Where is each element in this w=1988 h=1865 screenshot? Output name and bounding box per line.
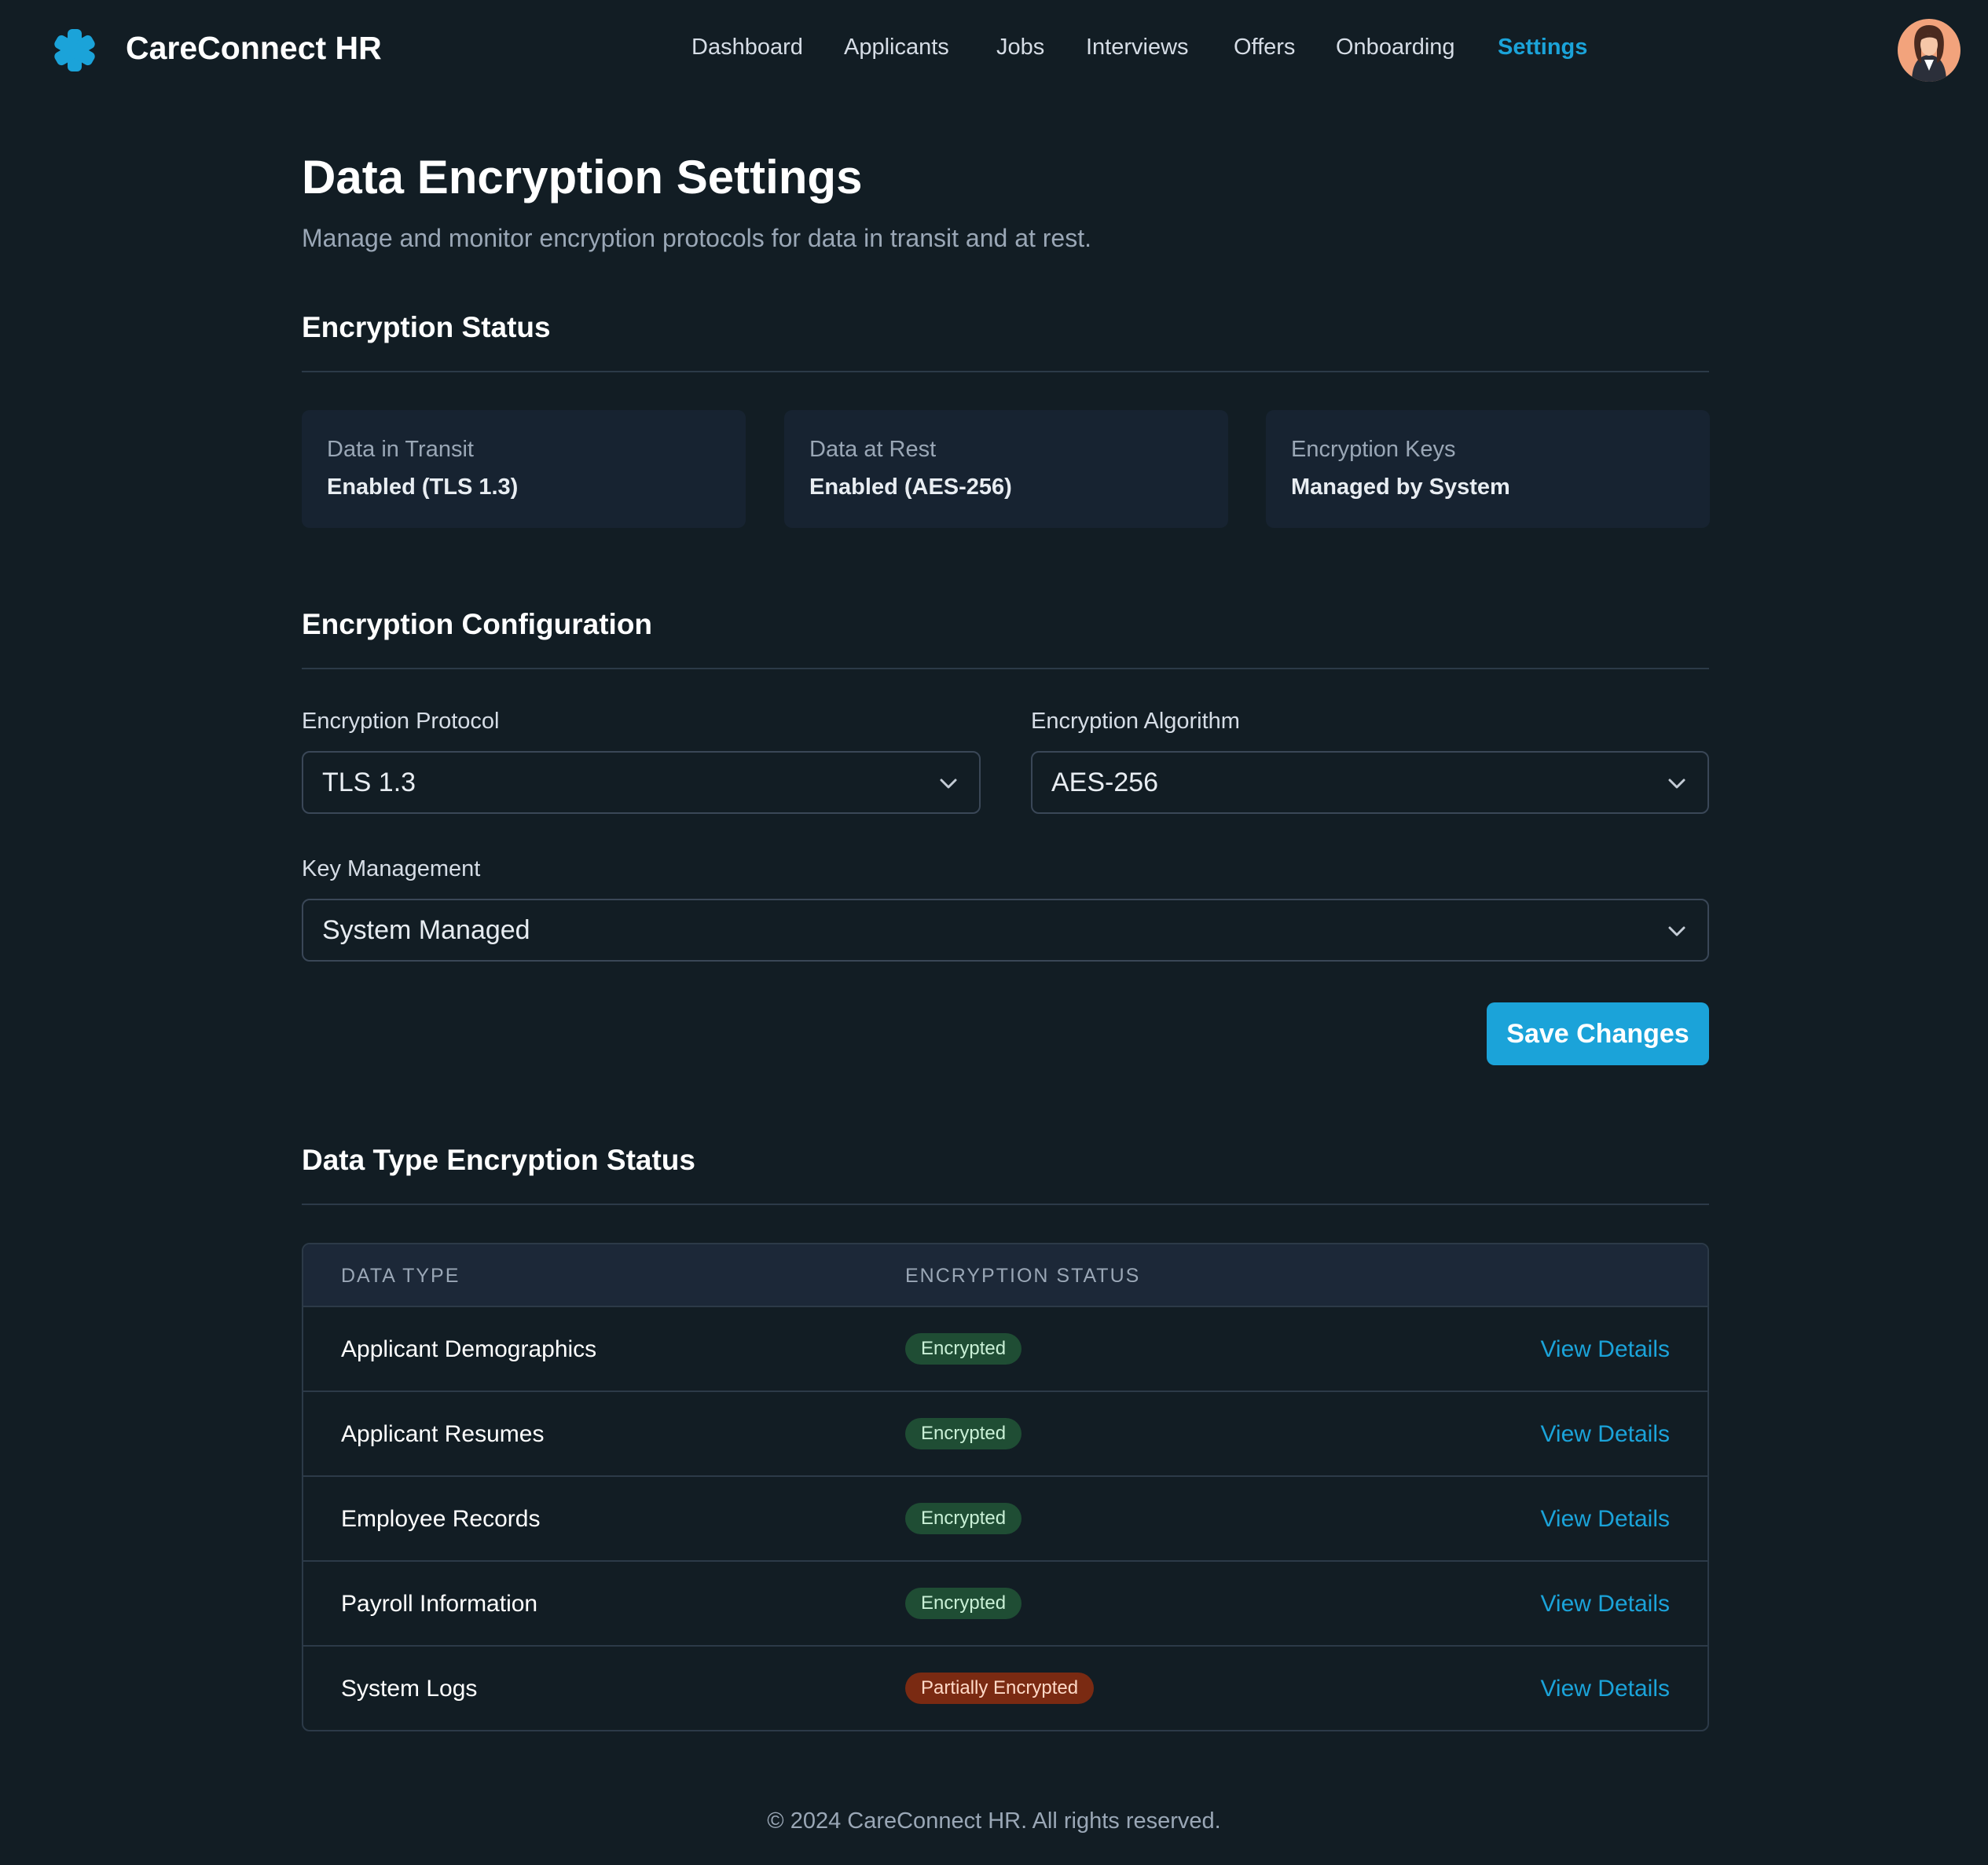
algorithm-label: Encryption Algorithm [1031, 709, 1240, 734]
key-management-value: System Managed [322, 915, 530, 945]
view-details-link[interactable]: View Details [1540, 1421, 1670, 1448]
status-card-label: Data in Transit [327, 437, 474, 462]
footer-copyright: © 2024 CareConnect HR. All rights reserv… [767, 1808, 1221, 1834]
table-row: Applicant Demographics Encrypted View De… [303, 1307, 1707, 1392]
view-details-link[interactable]: View Details [1540, 1676, 1670, 1702]
status-card-label: Data at Rest [809, 437, 937, 462]
data-type-cell: Employee Records [341, 1506, 541, 1532]
table-row: Payroll Information Encrypted View Detai… [303, 1562, 1707, 1647]
page-subtitle: Manage and monitor encryption protocols … [302, 224, 1091, 252]
section-divider [302, 668, 1709, 669]
column-header-data-type: DATA TYPE [341, 1265, 460, 1287]
data-type-status-heading: Data Type Encryption Status [302, 1144, 695, 1176]
nav-interviews[interactable]: Interviews [1086, 35, 1189, 60]
view-details-link[interactable]: View Details [1540, 1591, 1670, 1618]
data-type-cell: System Logs [341, 1676, 478, 1702]
status-badge: Partially Encrypted [905, 1673, 1095, 1704]
section-divider [302, 1204, 1709, 1205]
data-type-cell: Applicant Demographics [341, 1336, 597, 1362]
status-badge: Encrypted [905, 1418, 1022, 1449]
chevron-down-icon [1668, 926, 1685, 936]
status-card-keys: Encryption Keys Managed by System [1266, 410, 1710, 528]
key-management-select[interactable]: System Managed [302, 899, 1709, 962]
user-avatar[interactable] [1898, 19, 1960, 82]
protocol-select[interactable]: TLS 1.3 [302, 751, 981, 814]
nav-onboarding[interactable]: Onboarding [1336, 35, 1455, 60]
table-row: Applicant Resumes Encrypted View Details [303, 1392, 1707, 1477]
data-type-cell: Payroll Information [341, 1591, 538, 1617]
save-changes-button[interactable]: Save Changes [1487, 1002, 1709, 1065]
nav-dashboard[interactable]: Dashboard [691, 35, 803, 60]
status-badge: Encrypted [905, 1503, 1022, 1534]
status-card-value: Enabled (TLS 1.3) [327, 474, 519, 500]
section-divider [302, 371, 1709, 372]
avatar-portrait-icon [1898, 19, 1960, 82]
status-card-transit: Data in Transit Enabled (TLS 1.3) [302, 410, 746, 528]
nav-offers[interactable]: Offers [1234, 35, 1295, 60]
column-header-encryption-status: ENCRYPTION STATUS [905, 1265, 1141, 1287]
chevron-down-icon [940, 779, 957, 789]
protocol-value: TLS 1.3 [322, 768, 416, 797]
view-details-link[interactable]: View Details [1540, 1506, 1670, 1533]
encryption-status-heading: Encryption Status [302, 311, 551, 343]
data-type-table: DATA TYPE ENCRYPTION STATUS Applicant De… [302, 1243, 1709, 1731]
protocol-label: Encryption Protocol [302, 709, 500, 734]
top-header: CareConnect HR Dashboard Applicants Jobs… [0, 0, 1988, 101]
chevron-down-icon [1668, 779, 1685, 789]
view-details-link[interactable]: View Details [1540, 1336, 1670, 1363]
nav-applicants[interactable]: Applicants [844, 35, 949, 60]
status-badge: Encrypted [905, 1588, 1022, 1619]
nav-settings[interactable]: Settings [1498, 35, 1587, 60]
page-title: Data Encryption Settings [302, 151, 863, 203]
status-card-value: Managed by System [1291, 474, 1510, 500]
status-card-rest: Data at Rest Enabled (AES-256) [784, 410, 1228, 528]
key-management-label: Key Management [302, 856, 481, 881]
table-row: System Logs Partially Encrypted View Det… [303, 1647, 1707, 1730]
algorithm-value: AES-256 [1051, 768, 1159, 797]
status-card-value: Enabled (AES-256) [809, 474, 1012, 500]
main-nav: Dashboard Applicants Jobs Interviews Off… [0, 35, 1988, 66]
algorithm-select[interactable]: AES-256 [1031, 751, 1709, 814]
encryption-configuration-heading: Encryption Configuration [302, 608, 653, 640]
table-header: DATA TYPE ENCRYPTION STATUS [303, 1244, 1707, 1307]
table-row: Employee Records Encrypted View Details [303, 1477, 1707, 1562]
data-type-cell: Applicant Resumes [341, 1421, 545, 1447]
nav-jobs[interactable]: Jobs [996, 35, 1044, 60]
status-card-label: Encryption Keys [1291, 437, 1456, 462]
status-badge: Encrypted [905, 1333, 1022, 1365]
